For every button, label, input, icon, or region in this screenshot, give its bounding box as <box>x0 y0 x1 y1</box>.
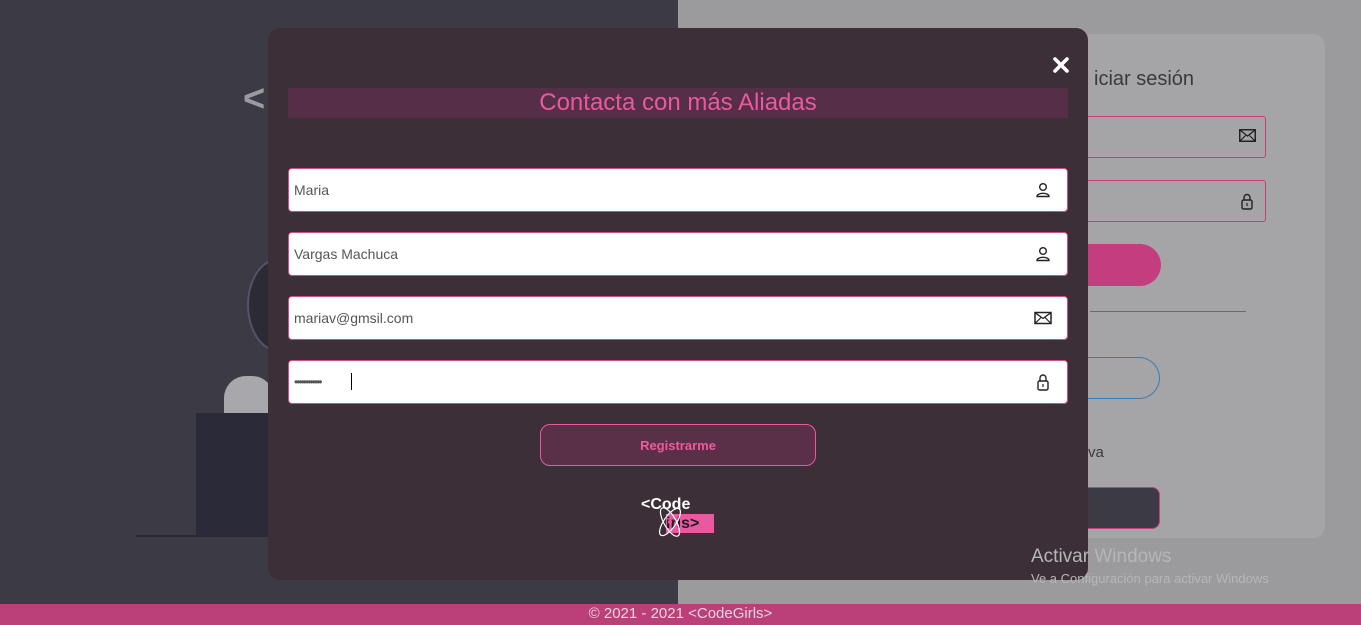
close-icon[interactable] <box>1050 54 1072 76</box>
login-email-field[interactable] <box>1080 116 1266 158</box>
login-divider <box>1090 311 1246 312</box>
footer-copyright: © 2021 - 2021 <CodeGirls> <box>588 605 773 622</box>
modal-title: Contacta con más Aliadas <box>539 89 817 116</box>
user-icon <box>1036 247 1050 262</box>
last-name-field[interactable] <box>288 232 1068 276</box>
login-register-text: va <box>1088 444 1104 461</box>
login-submit-button[interactable] <box>1080 244 1161 286</box>
user-icon <box>1036 183 1050 198</box>
password-input[interactable] <box>294 361 1014 403</box>
first-name-input[interactable] <box>294 169 1014 211</box>
lock-icon <box>1241 193 1253 210</box>
first-name-field[interactable] <box>288 168 1068 212</box>
atom-icon <box>658 507 682 537</box>
email-input[interactable] <box>294 297 1014 339</box>
codegirls-logo: <Code irls> <box>638 494 718 540</box>
lock-icon <box>1037 374 1049 391</box>
watermark-subtitle: Ve a Configuración para activar Windows <box>1031 571 1269 586</box>
login-google-button[interactable] <box>1080 357 1160 399</box>
password-field[interactable] <box>288 360 1068 404</box>
login-title: iciar sesión <box>1094 68 1195 90</box>
mail-icon <box>1239 129 1256 142</box>
modal-title-bar: Contacta con más Aliadas <box>288 88 1068 118</box>
illustration-desk <box>136 535 286 537</box>
watermark-title: Activar Windows <box>1031 546 1172 567</box>
footer: © 2021 - 2021 <CodeGirls> <box>0 604 1361 625</box>
last-name-input[interactable] <box>294 233 1014 275</box>
register-button[interactable]: Registrarme <box>540 424 816 466</box>
mail-icon <box>1034 311 1052 325</box>
hero-code-symbol: < <box>243 78 266 120</box>
login-register-button[interactable] <box>1080 487 1160 529</box>
email-field[interactable] <box>288 296 1068 340</box>
text-cursor <box>351 373 352 390</box>
login-password-field[interactable] <box>1080 180 1266 222</box>
windows-activation-watermark: Activar Windows Ve a Configuración para … <box>1031 546 1269 586</box>
